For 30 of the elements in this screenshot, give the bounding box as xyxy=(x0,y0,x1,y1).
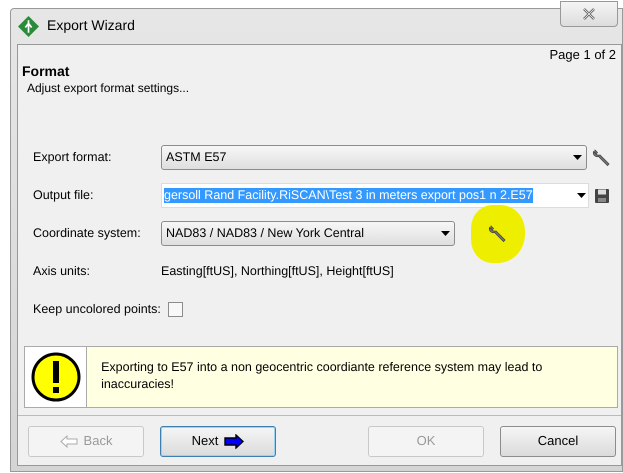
close-icon xyxy=(582,8,596,20)
dropdown-arrow-icon xyxy=(573,155,582,160)
save-icon[interactable] xyxy=(594,188,610,204)
close-button[interactable] xyxy=(560,1,618,27)
field-label: Export format: xyxy=(33,150,112,164)
warning-text: Exporting to E57 into a non geocentric coordiante reference system may lead to inaccuracies! xyxy=(101,360,542,391)
field-label: Keep uncolored points: xyxy=(33,302,161,316)
page-title: Format xyxy=(22,63,70,79)
button[interactable]: Next xyxy=(160,426,276,457)
field-label: Output file: xyxy=(33,188,94,202)
axis-units-value: Easting[ftUS], Northing[ftUS], Height[ftUS] xyxy=(161,264,394,280)
next-arrow-icon xyxy=(224,434,244,449)
window-title: Export Wizard xyxy=(47,17,135,35)
dropdown[interactable]: ASTM E57 xyxy=(161,145,587,170)
dropdown-arrow-icon xyxy=(577,193,586,198)
dropdown-arrow-icon xyxy=(441,231,450,236)
page-subtitle: Adjust export format settings... xyxy=(27,81,190,95)
button: OK xyxy=(368,426,484,457)
wrench-icon[interactable] xyxy=(488,224,508,244)
checkbox[interactable] xyxy=(168,302,183,317)
dropdown[interactable]: NAD83 / NAD83 / New York Central xyxy=(161,221,455,246)
field-label: Coordinate system: xyxy=(33,226,141,240)
app-logo-icon xyxy=(18,16,39,36)
page-indicator: Page 1 of 2 xyxy=(550,47,616,64)
field-label: Axis units: xyxy=(33,264,90,278)
button: Back xyxy=(28,426,144,457)
back-arrow-icon xyxy=(60,435,78,448)
button[interactable]: Cancel xyxy=(500,426,616,457)
wrench-icon[interactable] xyxy=(592,148,612,168)
warning-icon xyxy=(30,352,81,402)
